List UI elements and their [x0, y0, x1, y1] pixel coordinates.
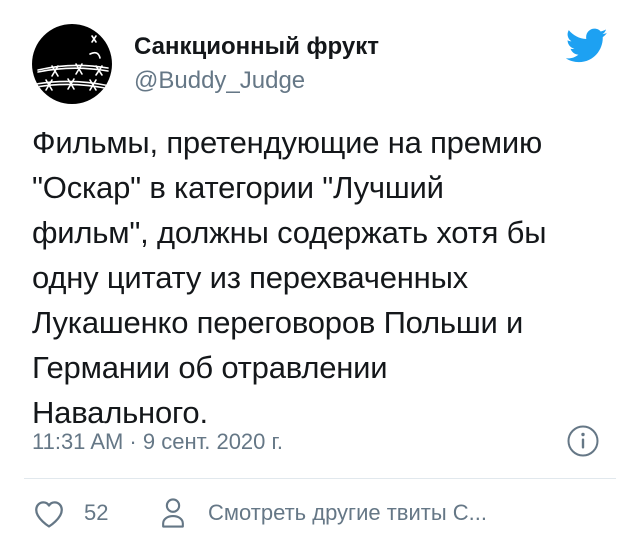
barbed-wire-icon — [35, 35, 111, 91]
view-more-tweets-label: Смотреть другие твиты С... — [208, 500, 487, 525]
tweet-header: Санкционный фрукт @Buddy_Judge — [24, 22, 616, 104]
tweet-text-line: Германии об отравлении — [32, 350, 388, 385]
view-more-tweets-link[interactable]: Смотреть другие твиты С... — [160, 494, 487, 532]
person-icon — [160, 497, 186, 529]
author-display-name[interactable]: Санкционный фрукт — [134, 32, 379, 62]
divider — [24, 478, 616, 479]
tweet-actions: 52 Смотреть другие твиты С... — [32, 494, 612, 532]
author-names: Санкционный фрукт @Buddy_Judge — [134, 32, 379, 96]
like-button[interactable]: 52 — [32, 494, 108, 532]
tweet-text-line: фильм", должны содержать хотя бы — [32, 215, 547, 250]
like-count: 52 — [84, 500, 109, 525]
tweet-text-line: Фильмы, претендующие на премию — [32, 125, 543, 160]
tweet-text-line: "Оскар" в категории "Лучший — [32, 170, 444, 205]
info-icon[interactable] — [566, 424, 600, 458]
tweet-meta: 11:31 AM · 9 сент. 2020 г. — [32, 424, 602, 460]
heart-icon — [32, 497, 66, 529]
author-handle[interactable]: @Buddy_Judge — [134, 66, 379, 96]
tweet-text-line: Лукашенко переговоров Польши и — [32, 305, 524, 340]
tweet-card: Санкционный фрукт @Buddy_Judge Фильмы, п… — [0, 0, 640, 538]
timestamp-link[interactable]: 11:31 AM · 9 сент. 2020 г. — [32, 428, 283, 456]
tweet-text-line: одну цитату из перехваченных — [32, 260, 468, 295]
avatar[interactable] — [32, 24, 112, 104]
tweet-text: Фильмы, претендующие на премию "Оскар" в… — [32, 120, 612, 435]
twitter-bird-icon[interactable] — [565, 28, 608, 64]
